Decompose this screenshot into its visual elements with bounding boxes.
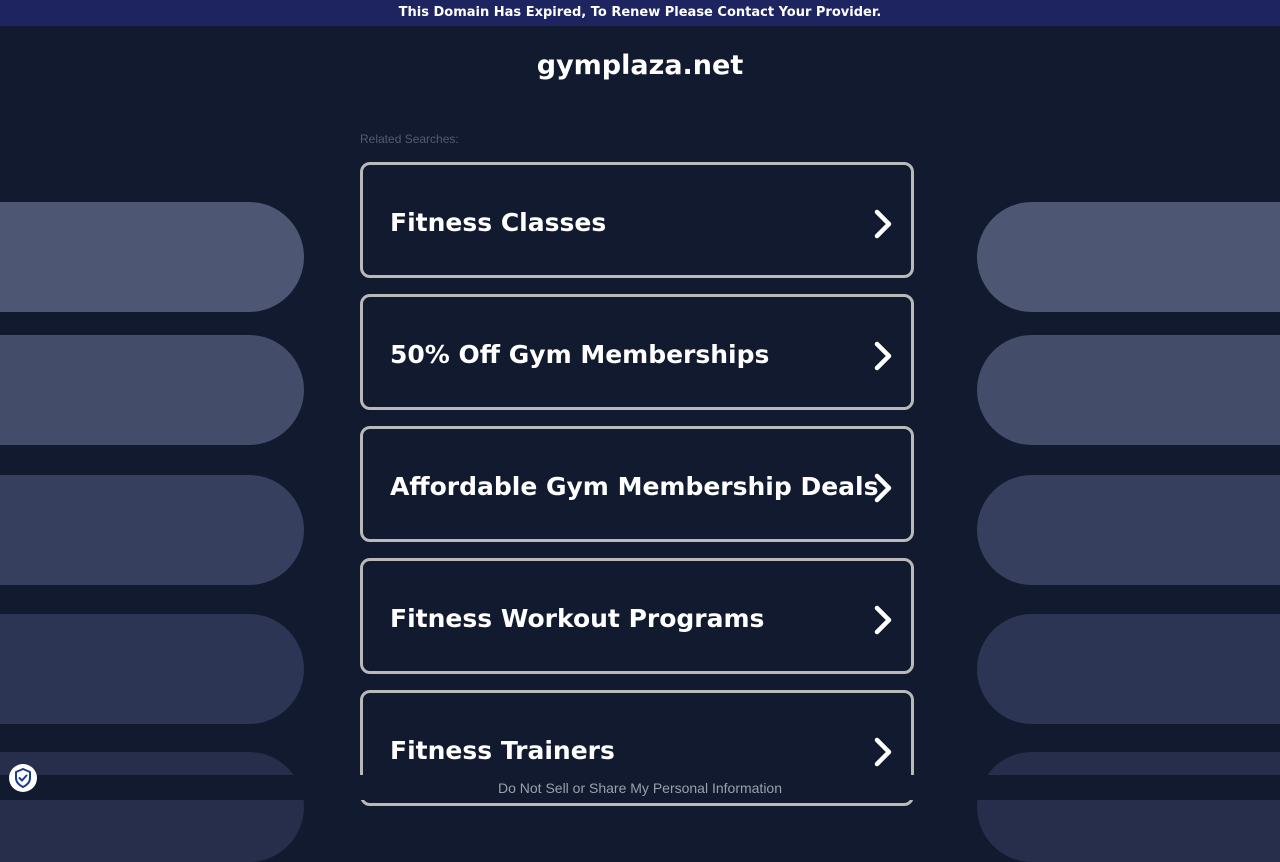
decorative-pill-left-2 [0, 335, 304, 445]
decorative-pill-right-1 [977, 202, 1280, 312]
privacy-badge-button[interactable] [9, 764, 37, 792]
related-search-label: 50% Off Gym Memberships [390, 340, 770, 369]
decorative-pill-left-4 [0, 614, 304, 724]
decorative-pill-right-5 [977, 752, 1280, 862]
related-search-link[interactable]: 50% Off Gym Memberships [360, 294, 914, 410]
related-search-label: Fitness Workout Programs [390, 604, 765, 633]
related-search-label: Fitness Classes [390, 208, 607, 237]
shield-check-icon [15, 768, 31, 788]
chevron-right-icon [874, 737, 892, 767]
expired-domain-banner: This Domain Has Expired, To Renew Please… [0, 0, 1280, 26]
decorative-pill-right-4 [977, 614, 1280, 724]
do-not-sell-link[interactable]: Do Not Sell or Share My Personal Informa… [0, 778, 1280, 798]
chevron-right-icon [874, 473, 892, 503]
chevron-right-icon [874, 209, 892, 239]
chevron-right-icon [874, 341, 892, 371]
banner-text: This Domain Has Expired, To Renew Please… [398, 5, 882, 20]
decorative-pill-left-1 [0, 202, 304, 312]
chevron-right-icon [874, 605, 892, 635]
decorative-pill-left-3 [0, 475, 304, 585]
domain-title: gymplaza.net [536, 50, 744, 81]
related-searches-label: Related Searches: [360, 132, 459, 146]
decorative-pill-right-2 [977, 335, 1280, 445]
related-search-link[interactable]: Affordable Gym Membership Deals [360, 426, 914, 542]
related-search-link[interactable]: Fitness Classes [360, 162, 914, 278]
related-search-link[interactable]: Fitness Workout Programs [360, 558, 914, 674]
related-search-label: Affordable Gym Membership Deals [390, 472, 879, 501]
decorative-pill-left-5 [0, 752, 304, 862]
decorative-pill-right-3 [977, 475, 1280, 585]
